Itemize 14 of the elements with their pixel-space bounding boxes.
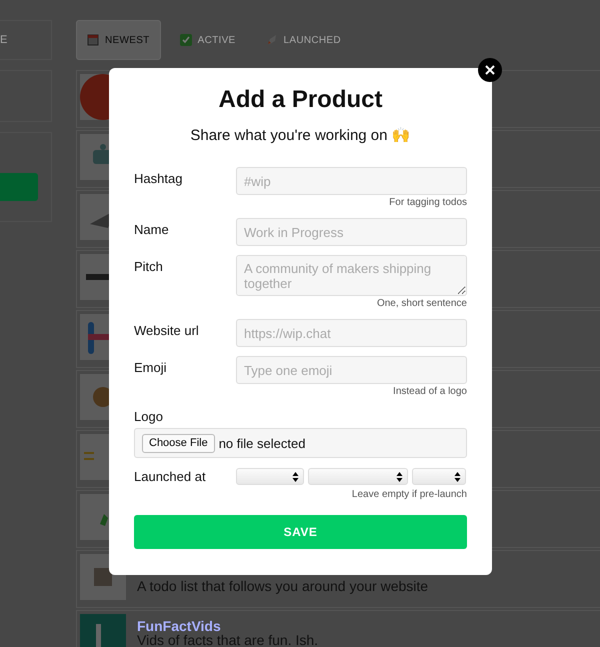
field-label: Hashtag: [134, 170, 184, 186]
field-hint: Instead of a logo: [392, 386, 467, 398]
field-label: Website url: [134, 322, 200, 338]
field-hint: One, short sentence: [376, 298, 467, 310]
field-hint: For tagging todos: [388, 197, 467, 209]
dialog-subtitle: Share what you're working on 🙌: [189, 126, 412, 144]
field-hint: Leave empty if pre-launch: [350, 489, 467, 501]
field-label: Emoji: [134, 359, 168, 375]
field-label: Launched at: [134, 469, 207, 484]
field-label: Pitch: [134, 258, 164, 274]
field-label: Logo: [134, 408, 163, 424]
dialog-title: Add a Product: [217, 86, 384, 114]
file-status: no file selected: [218, 436, 306, 450]
field-label: Name: [134, 221, 170, 237]
